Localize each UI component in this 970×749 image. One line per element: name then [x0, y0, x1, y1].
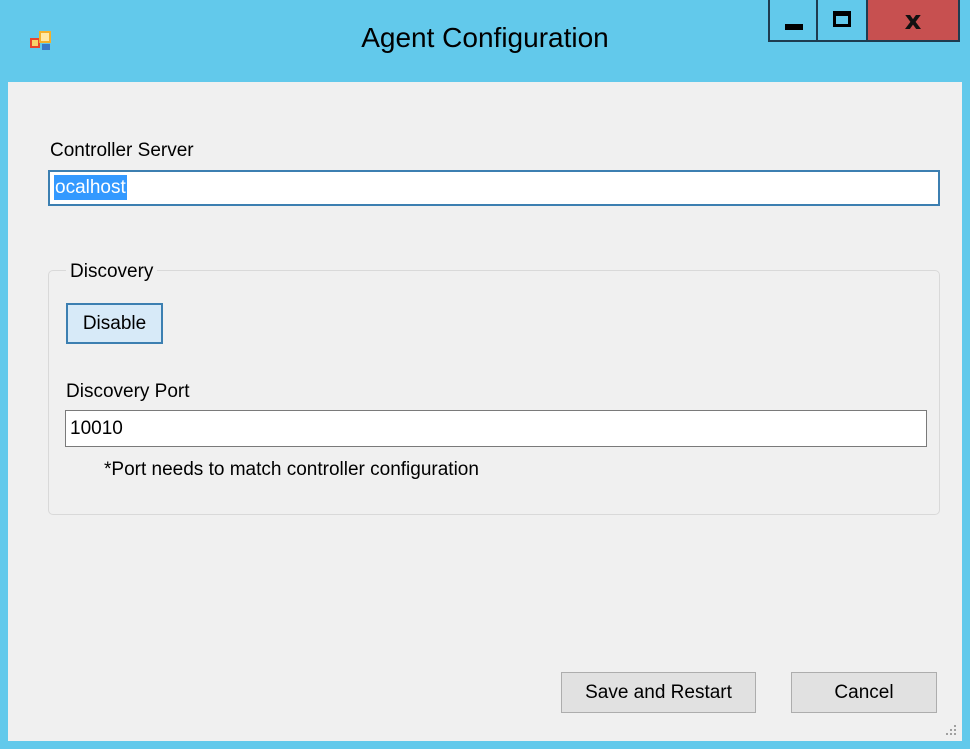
title-bar[interactable]: Agent Configuration x	[0, 0, 970, 82]
maximize-button[interactable]	[818, 0, 868, 42]
minimize-button[interactable]	[768, 0, 818, 42]
close-icon: x	[904, 6, 922, 36]
save-and-restart-button[interactable]: Save and Restart	[561, 672, 756, 713]
resize-grip-icon[interactable]	[944, 723, 958, 737]
controller-server-value: ocalhost	[54, 175, 127, 200]
controller-server-label: Controller Server	[50, 140, 194, 161]
disable-discovery-button[interactable]: Disable	[66, 303, 163, 344]
maximize-icon	[833, 11, 851, 27]
discovery-port-label: Discovery Port	[66, 381, 190, 402]
agent-configuration-window: Agent Configuration x Controller Server …	[0, 0, 970, 749]
discovery-port-input[interactable]: 10010	[65, 410, 927, 447]
discovery-group-title: Discovery	[66, 261, 158, 283]
form-client-area: Controller Server ocalhost Discovery Dis…	[8, 82, 962, 741]
port-note: *Port needs to match controller configur…	[104, 459, 479, 480]
controller-server-input[interactable]: ocalhost	[48, 170, 940, 206]
close-button[interactable]: x	[868, 0, 960, 42]
cancel-button[interactable]: Cancel	[791, 672, 937, 713]
minimize-icon	[785, 24, 803, 30]
discovery-port-value: 10010	[70, 418, 123, 439]
